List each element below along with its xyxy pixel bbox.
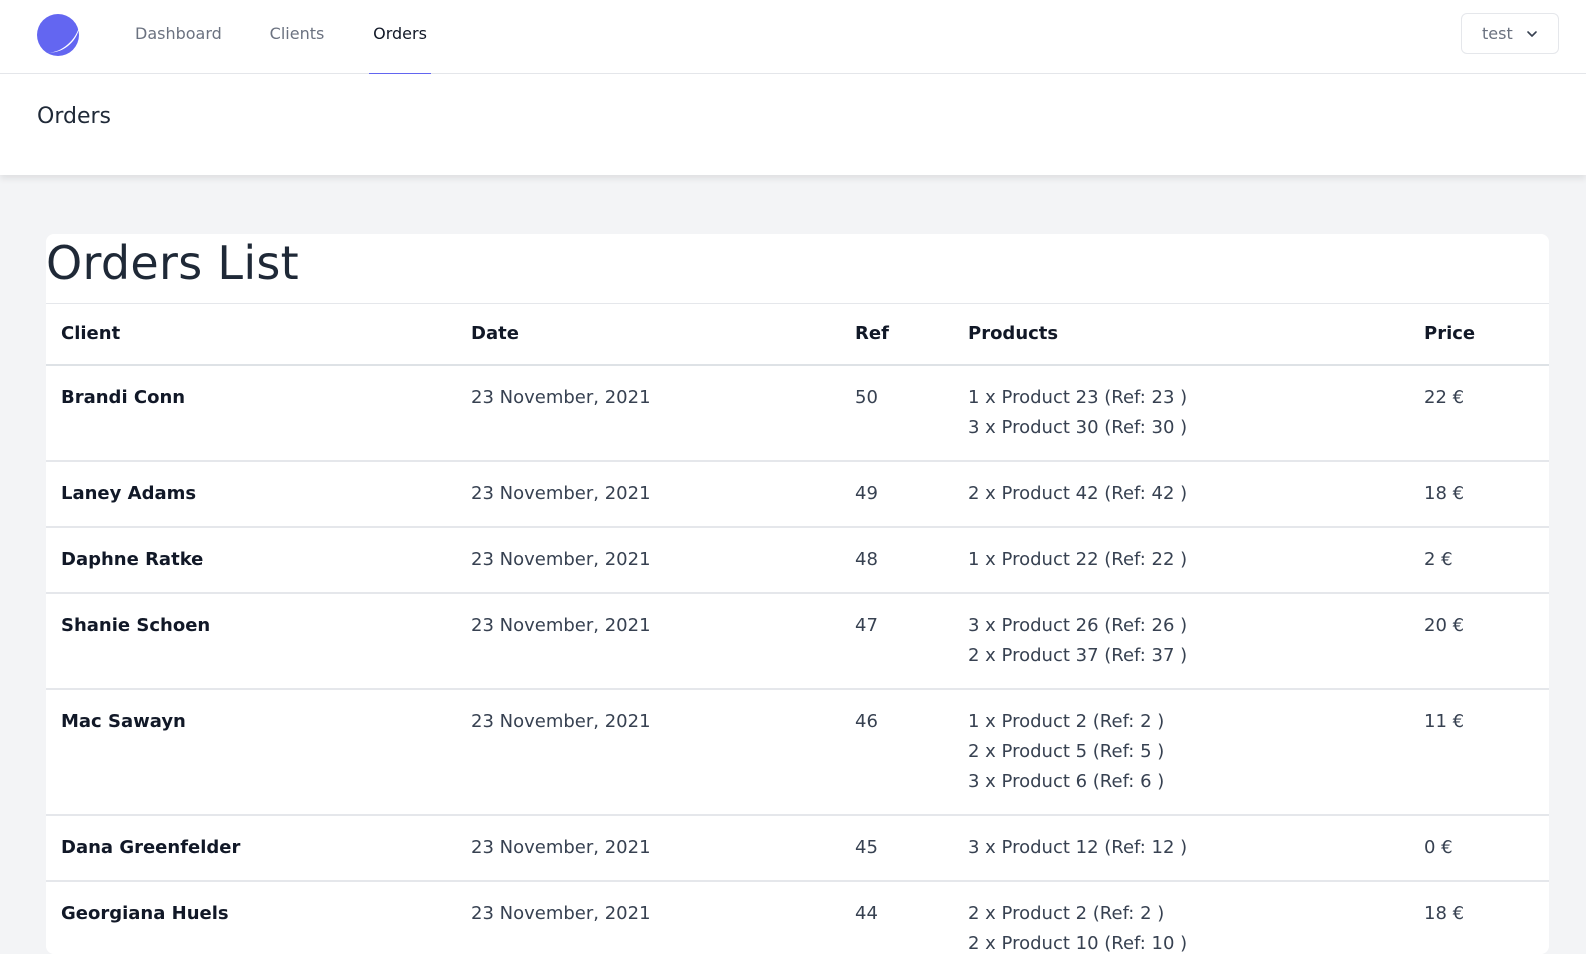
table-row[interactable]: Daphne Ratke23 November, 202148 1 x Produ…	[46, 527, 1549, 593]
ref-cell: 45	[840, 815, 953, 881]
product-line: 2 x Product 2 (Ref: 2 )	[968, 899, 1394, 929]
client-cell: Brandi Conn	[46, 365, 456, 461]
top-navigation: Dashboard Clients Orders test	[0, 0, 1586, 74]
client-cell: Mac Sawayn	[46, 689, 456, 815]
nav-dashboard[interactable]: Dashboard	[135, 0, 221, 74]
page-header: Orders	[0, 74, 1586, 175]
orders-table: Client Date Ref Products Price Brandi Co…	[46, 303, 1549, 954]
date-cell: 23 November, 2021	[456, 815, 840, 881]
date-cell: 23 November, 2021	[456, 881, 840, 954]
client-cell: Daphne Ratke	[46, 527, 456, 593]
products-cell: 2 x Product 42 (Ref: 42 )	[953, 461, 1409, 527]
table-row[interactable]: Georgiana Huels23 November, 2021442 x Pr…	[46, 881, 1549, 954]
date-cell: 23 November, 2021	[456, 365, 840, 461]
ref-cell: 46	[840, 689, 953, 815]
product-line: 1 x Product 2 (Ref: 2 )	[968, 707, 1394, 737]
client-cell: Laney Adams	[46, 461, 456, 527]
price-cell: 2 €	[1409, 527, 1549, 593]
products-cell: 3 x Product 26 (Ref: 26 )2 x Product 37 …	[953, 593, 1409, 689]
ref-cell: 50	[840, 365, 953, 461]
product-line: 3 x Product 30 (Ref: 30 )	[968, 413, 1394, 443]
client-cell: Dana Greenfelder	[46, 815, 456, 881]
column-header-date[interactable]: Date	[456, 304, 840, 365]
product-line: 3 x Product 26 (Ref: 26 )	[968, 611, 1394, 641]
app-logo-icon[interactable]	[36, 12, 82, 58]
date-cell: 23 November, 2021	[456, 593, 840, 689]
date-cell: 23 November, 2021	[456, 689, 840, 815]
products-cell: 1 x Product 2 (Ref: 2 )2 x Product 5 (Re…	[953, 689, 1409, 815]
price-cell: 11 €	[1409, 689, 1549, 815]
column-header-ref[interactable]: Ref	[840, 304, 953, 365]
date-cell: 23 November, 2021	[456, 461, 840, 527]
price-cell: 18 €	[1409, 881, 1549, 954]
page-title: Orders	[37, 104, 111, 129]
product-line: 3 x Product 6 (Ref: 6 )	[968, 767, 1394, 797]
client-cell: Shanie Schoen	[46, 593, 456, 689]
price-cell: 22 €	[1409, 365, 1549, 461]
table-row[interactable]: Laney Adams23 November, 202149 2 x Produc…	[46, 461, 1549, 527]
orders-list-title: Orders List	[46, 236, 299, 290]
chevron-down-icon	[1526, 28, 1538, 40]
column-header-products[interactable]: Products	[953, 304, 1409, 365]
table-header-row: Client Date Ref Products Price	[46, 304, 1549, 365]
product-line: 2 x Product 37 (Ref: 37 )	[968, 641, 1394, 671]
price-cell: 20 €	[1409, 593, 1549, 689]
orders-table-body: Brandi Conn23 November, 2021501 x Produc…	[46, 365, 1549, 954]
products-cell: 2 x Product 2 (Ref: 2 )2 x Product 10 (R…	[953, 881, 1409, 954]
price-cell: 18 €	[1409, 461, 1549, 527]
user-menu-button[interactable]: test	[1461, 13, 1559, 54]
product-line: 2 x Product 5 (Ref: 5 )	[968, 737, 1394, 767]
products-cell: 3 x Product 12 (Ref: 12 )	[953, 815, 1409, 881]
nav-clients[interactable]: Clients	[269, 0, 325, 74]
products-cell: 1 x Product 23 (Ref: 23 )3 x Product 30 …	[953, 365, 1409, 461]
product-line: 2 x Product 10 (Ref: 10 )	[968, 929, 1394, 954]
user-name: test	[1482, 24, 1513, 43]
column-header-client[interactable]: Client	[46, 304, 456, 365]
column-header-price[interactable]: Price	[1409, 304, 1549, 365]
price-cell: 0 €	[1409, 815, 1549, 881]
ref-cell: 48	[840, 527, 953, 593]
table-row[interactable]: Dana Greenfelder23 November, 202145 3 x P…	[46, 815, 1549, 881]
product-line: 1 x Product 22 (Ref: 22 )	[968, 545, 1394, 575]
table-row[interactable]: Shanie Schoen23 November, 2021473 x Prod…	[46, 593, 1549, 689]
ref-cell: 47	[840, 593, 953, 689]
product-line: 2 x Product 42 (Ref: 42 )	[968, 479, 1394, 509]
orders-card: Orders List Client Date Ref Products Pri…	[46, 234, 1549, 954]
ref-cell: 49	[840, 461, 953, 527]
date-cell: 23 November, 2021	[456, 527, 840, 593]
client-cell: Georgiana Huels	[46, 881, 456, 954]
products-cell: 1 x Product 22 (Ref: 22 )	[953, 527, 1409, 593]
ref-cell: 44	[840, 881, 953, 954]
product-line: 3 x Product 12 (Ref: 12 )	[968, 833, 1394, 863]
nav-orders[interactable]: Orders	[369, 0, 431, 74]
product-line: 1 x Product 23 (Ref: 23 )	[968, 383, 1394, 413]
table-row[interactable]: Brandi Conn23 November, 2021501 x Produc…	[46, 365, 1549, 461]
table-row[interactable]: Mac Sawayn23 November, 2021461 x Product…	[46, 689, 1549, 815]
